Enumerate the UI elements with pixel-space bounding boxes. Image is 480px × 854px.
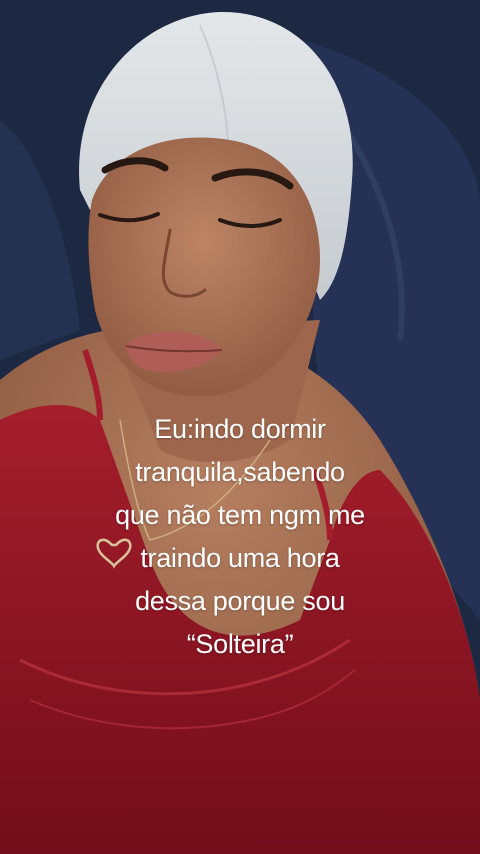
- caption-line: traindo uma hora: [140, 543, 340, 573]
- story-frame: Eu:indo dormir tranquila,sabendo que não…: [0, 0, 480, 854]
- caption-line: que não tem ngm me: [115, 500, 365, 530]
- caption-line: “Solteira”: [186, 629, 294, 659]
- caption-line: tranquila,sabendo: [135, 457, 345, 487]
- caption-line: Eu:indo dormir: [154, 414, 326, 444]
- story-caption: Eu:indo dormir tranquila,sabendo que não…: [40, 408, 440, 666]
- caption-line: dessa porque sou: [135, 586, 345, 616]
